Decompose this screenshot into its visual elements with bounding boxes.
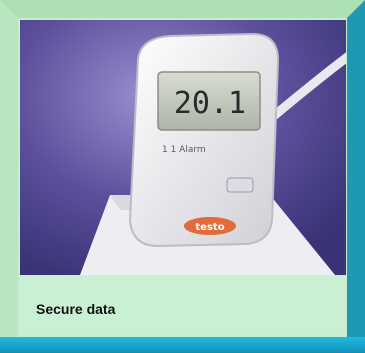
brand-logo: testo bbox=[195, 222, 224, 233]
product-photo: 20.1 1 1 Alarm testo bbox=[20, 20, 346, 275]
bottom-bar bbox=[0, 337, 365, 353]
lcd-reading: 20.1 bbox=[174, 86, 246, 121]
device-label: 1 1 Alarm bbox=[162, 145, 206, 155]
caption-text: Secure data bbox=[36, 301, 116, 317]
caption-panel: Secure data bbox=[20, 275, 346, 335]
